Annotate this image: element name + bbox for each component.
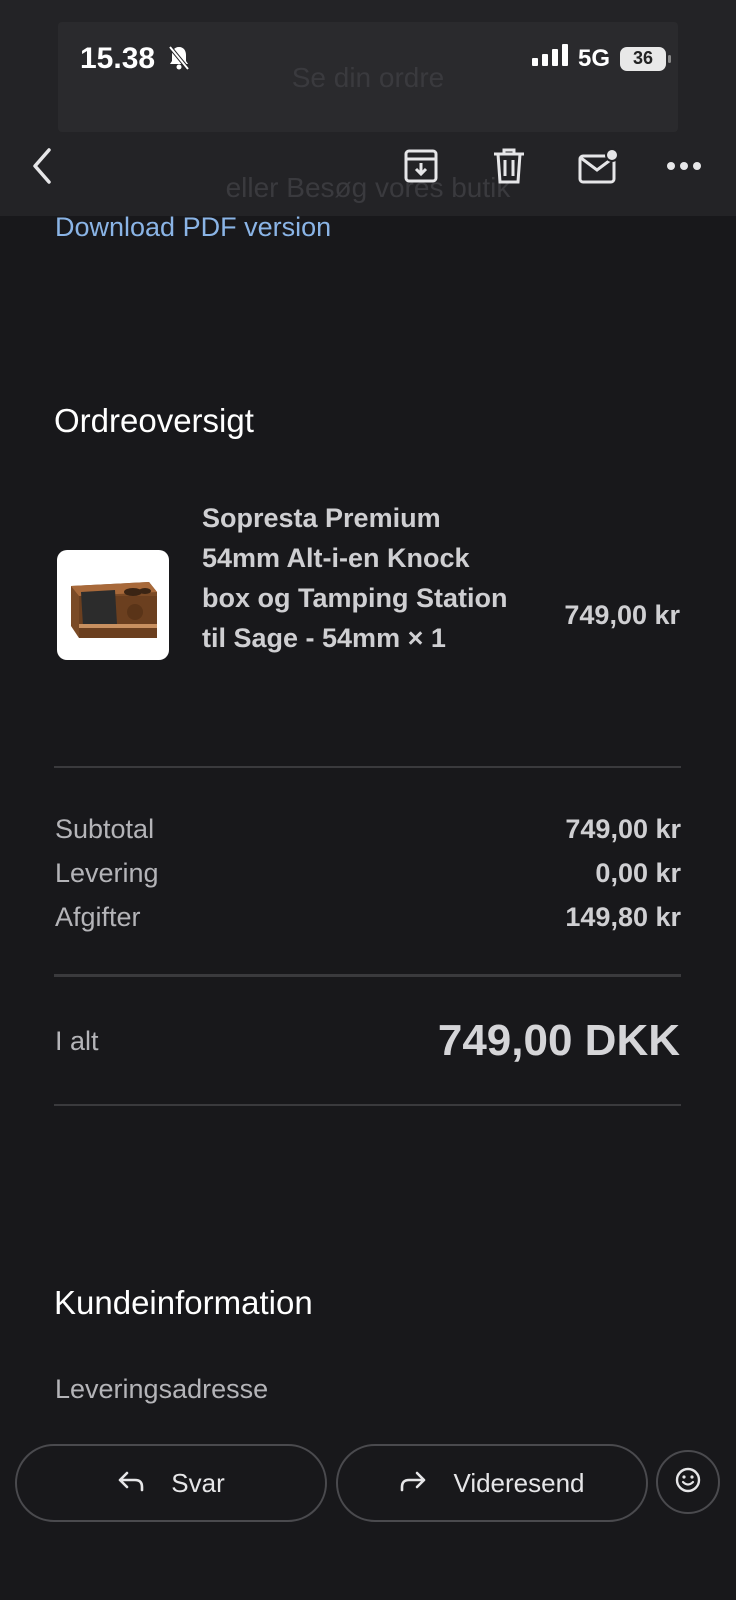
- total-value: 749,00 DKK: [437, 1016, 680, 1065]
- summary-value: 749,00 kr: [565, 814, 681, 844]
- product-price: 749,00 kr: [564, 600, 680, 630]
- total-label: I alt: [55, 1026, 99, 1056]
- silent-bell-icon: [167, 45, 191, 79]
- divider: [54, 1104, 681, 1106]
- reply-button[interactable]: Svar: [15, 1444, 327, 1522]
- product-thumbnail: [57, 550, 169, 660]
- summary-row-shipping: Levering 0,00 kr: [55, 858, 681, 889]
- summary-row-subtotal: Subtotal 749,00 kr: [55, 814, 681, 845]
- emoji-reaction-button[interactable]: [656, 1450, 720, 1514]
- divider: [54, 974, 681, 977]
- smiley-icon: [675, 1467, 701, 1498]
- visit-store-ghost-text: eller Besøg vores butik: [225, 172, 511, 203]
- download-pdf-link[interactable]: Download PDF version: [55, 212, 331, 243]
- summary-label: Afgifter: [55, 902, 141, 932]
- shipping-address-heading: Leveringsadresse: [55, 1374, 269, 1404]
- signal-icon: [531, 44, 568, 73]
- status-indicators: 5G 36: [531, 44, 671, 73]
- archive-icon[interactable]: [399, 144, 443, 188]
- summary-row-taxes: Afgifter 149,80 kr: [55, 902, 681, 933]
- back-icon[interactable]: [20, 144, 64, 188]
- battery-icon: 36: [620, 46, 671, 71]
- mark-unread-icon[interactable]: [576, 144, 620, 188]
- divider: [54, 766, 681, 768]
- delete-icon[interactable]: [487, 144, 531, 188]
- top-bar: Se din ordre eller Besøg vores butik 15.…: [0, 0, 736, 216]
- order-summary-title: Ordreoversigt: [54, 402, 254, 439]
- forward-button[interactable]: Videresend: [336, 1444, 648, 1522]
- status-time: 15.38: [80, 42, 191, 79]
- customer-info-title: Kundeinformation: [54, 1284, 313, 1321]
- more-icon[interactable]: [662, 144, 706, 188]
- knock-box-image: [71, 582, 157, 638]
- product-name: Sopresta Premium 54mm Alt-i-en Knock box…: [202, 503, 508, 653]
- summary-label: Levering: [55, 858, 159, 888]
- forward-icon: [399, 1468, 427, 1499]
- reply-label: Svar: [171, 1467, 225, 1498]
- reply-icon: [117, 1468, 145, 1499]
- network-label: 5G: [577, 44, 610, 72]
- forward-label: Videresend: [453, 1467, 585, 1498]
- summary-label: Subtotal: [55, 814, 155, 844]
- summary-value: 149,80 kr: [565, 902, 681, 932]
- summary-value: 0,00 kr: [595, 858, 681, 888]
